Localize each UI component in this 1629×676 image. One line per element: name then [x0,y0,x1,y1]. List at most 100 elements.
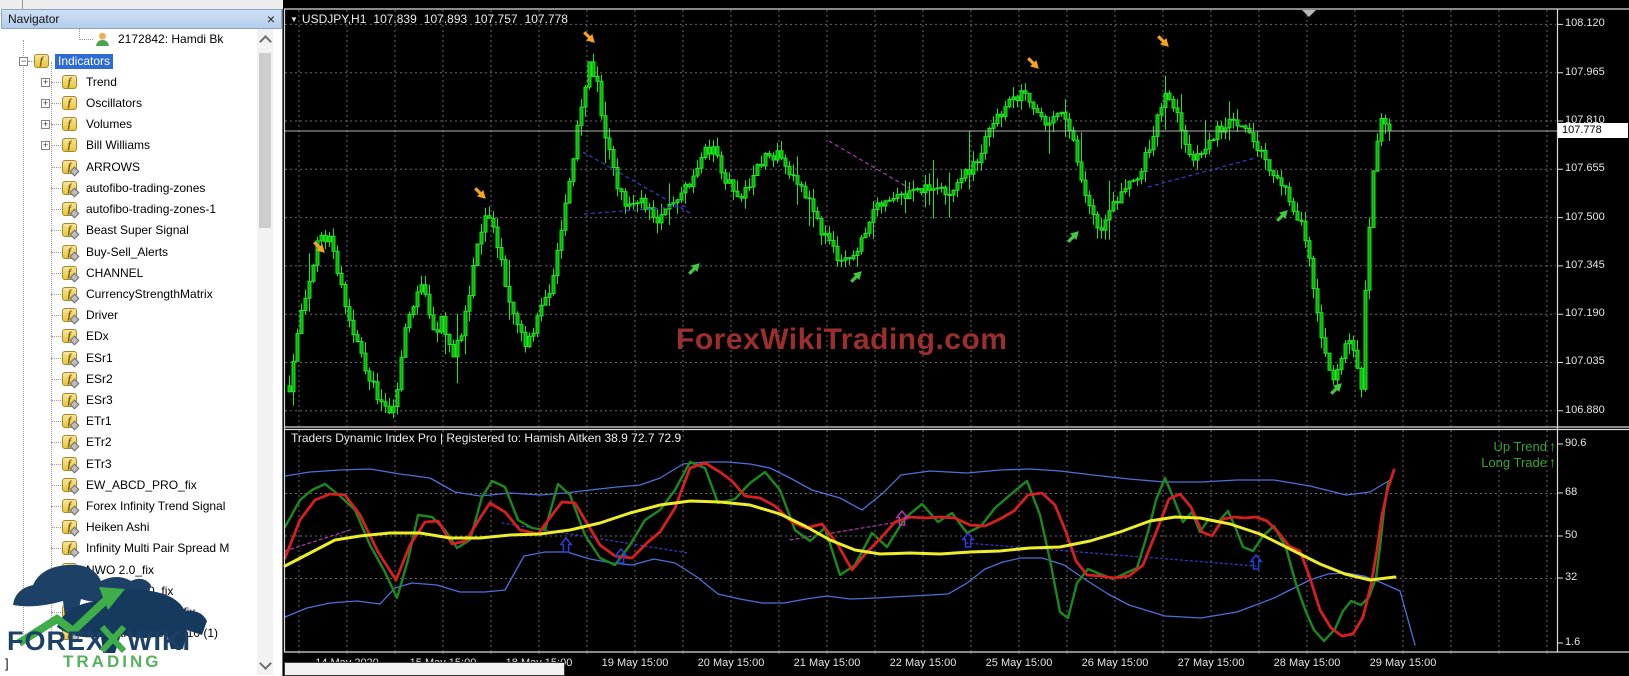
time-axis-label: 26 May 15:00 [1081,657,1149,669]
navigator-item-label: Bill Williams [86,138,150,153]
tree-line [51,293,61,296]
navigator-item[interactable]: f Buy-Sell_Alerts [1,242,257,263]
indicator-icon: f [62,180,80,198]
ohlc-close: 107.778 [524,12,568,26]
indicator-icon: f [62,286,80,304]
stray-bracket: ] [5,656,9,671]
navigator-item[interactable]: + f Volumes [1,114,257,135]
tree-line [51,506,61,508]
up-arrow-icon: ↑ [1549,438,1556,454]
navigator-item[interactable]: f ESr1 [1,348,257,369]
tdi-scale-label: 1.6 [1565,636,1581,648]
indicator-icon: f [62,350,80,367]
custom-indicator-badge [69,505,80,516]
custom-indicator-badge [69,526,80,537]
expand-icon[interactable]: + [41,99,50,109]
ohlc-high: 107.893 [423,12,468,26]
navigator-item[interactable]: f Beast Super Signal [1,220,257,241]
tree-line [51,81,61,84]
close-icon[interactable]: × [267,10,275,28]
indicator-icon: f [62,329,80,346]
navigator-item-label: Forex Infinity Trend Signal [86,499,226,514]
tdi-status: Up Trend ↑ Long Trade ↑ [1330,438,1556,470]
indicator-icon: f [62,244,80,261]
expand-icon[interactable]: + [41,120,50,130]
collapse-icon[interactable]: − [19,56,28,66]
navigator-item[interactable]: f ETr3 [1,454,257,475]
time-axis-label: 20 May 15:00 [697,657,765,669]
long-trade-label: Long Trade [1481,455,1547,470]
toolbar-strip [0,0,283,9]
tree-line [51,336,61,338]
current-price-value: 107.778 [1562,124,1602,136]
indicator-icon: f [62,265,80,283]
scroll-down-icon[interactable] [259,657,272,670]
navigator-item-label: ESr3 [86,392,113,407]
navigator-item[interactable]: f EW_ABCD_PRO_fix [1,475,257,496]
tdi-title: Traders Dynamic Index Pro | Registered t… [291,431,682,445]
navigator-item[interactable]: f autofibo-trading-zones [1,178,257,199]
navigator-item[interactable]: f ETr2 [1,432,257,453]
navigator-item-label: EDx [86,329,109,344]
time-axis-label: 27 May 15:00 [1177,657,1245,669]
scrollbar-thumb[interactable] [259,53,271,228]
indicator-icon: f [62,392,80,410]
navigator-item[interactable]: f ARROWS [1,157,257,178]
navigator-item-label: ARROWS [86,159,140,174]
indicator-icon: f [62,414,80,431]
tree-line [51,315,61,317]
custom-indicator-badge [69,420,80,431]
navigator-item[interactable]: f Heiken Ashi [1,517,257,538]
time-axis-label: 28 May 15:00 [1273,657,1341,669]
navigator-item[interactable]: f CurrencyStrengthMatrix [1,284,257,305]
price-axis-label: 107.345 [1565,259,1605,271]
chart-dropdown-icon[interactable]: ▼ [290,15,298,24]
price-axis-label: 107.965 [1565,66,1605,78]
tree-line [51,378,61,381]
navigator-scrollbar[interactable] [257,29,273,675]
navigator-item[interactable]: f ETr1 [1,411,257,432]
navigator-item[interactable]: f Driver [1,305,257,326]
navigator-item[interactable]: − f Indicators [1,51,257,72]
docked-window-sliver[interactable] [284,662,565,676]
navigator-item-label: ETr3 [86,456,112,471]
navigator-item[interactable]: f Forex Infinity Trend Signal [1,496,257,517]
navigator-item[interactable]: f ESr2 [1,369,257,390]
custom-indicator-badge [69,229,80,240]
navigator-item[interactable]: 2172842: Hamdi Bk [1,29,257,50]
navigator-item-label: Oscillators [86,96,143,111]
logo-word-trading: TRADING [63,652,161,671]
navigator-item[interactable]: f autofibo-trading-zones-1 [1,199,257,220]
price-axis-label: 107.035 [1565,355,1605,367]
navigator-item[interactable]: f EDx [1,326,257,347]
tdi-status-trade: Long Trade ↑ [1330,454,1556,470]
indicator-icon: f [62,499,80,516]
account-icon [96,33,109,47]
navigator-item[interactable]: + f Trend [1,72,257,93]
navigator-titlebar[interactable]: Navigator × [1,9,282,29]
tdi-scale-label: 50 [1565,529,1578,541]
navigator-item[interactable]: + f Oscillators [1,93,257,114]
indicator-icon: f [62,138,77,153]
time-axis-label: 29 May 15:00 [1369,657,1437,669]
tree-line [51,187,61,190]
navigator-item[interactable]: + f Bill Williams [1,135,257,156]
expand-icon[interactable]: + [41,141,50,151]
navigator-item-label: autofibo-trading-zones-1 [86,202,217,217]
navigator-item[interactable]: f ESr3 [1,390,257,411]
time-axis-label: 19 May 15:00 [601,657,669,669]
up-arrow-icon: ↑ [1549,454,1556,470]
tree-line [51,527,61,529]
navigator-item-label: Driver [86,308,118,323]
expand-icon[interactable]: + [41,77,50,87]
navigator-item[interactable]: f CHANNEL [1,263,257,284]
tree-line [51,166,61,169]
navigator-item-label: CurrencyStrengthMatrix [86,286,213,301]
navigator-item-label: Beast Super Signal [86,223,189,238]
indicator-icon: f [62,96,77,111]
navigator-item-label: ETr1 [86,414,112,429]
indicator-icon: f [62,456,80,474]
tree-line [51,463,61,466]
scroll-up-icon[interactable] [259,35,272,48]
custom-indicator-badge [69,208,80,219]
